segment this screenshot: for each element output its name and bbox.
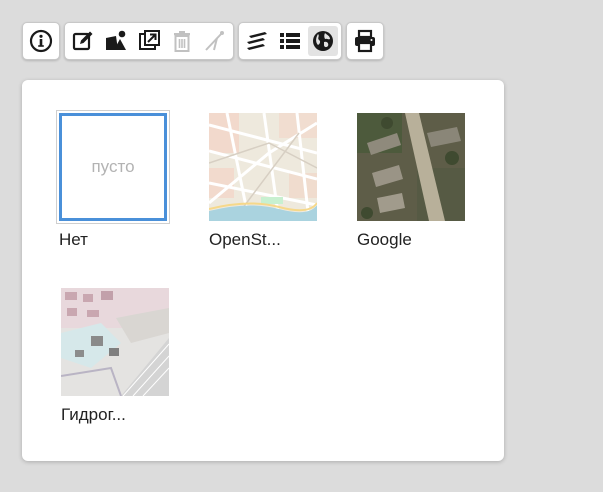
basemap-label: Нет	[59, 230, 88, 249]
basemap-button[interactable]	[308, 26, 338, 56]
print-button[interactable]	[350, 26, 380, 56]
shape-edit-button[interactable]	[101, 26, 131, 56]
basemap-label: OpenSt...	[209, 230, 281, 249]
basemap-panel: пусто Нет OpenSt... Google Гидрог...	[22, 80, 504, 461]
external-link-icon	[139, 30, 160, 50]
edit-icon	[72, 31, 93, 51]
empty-placeholder-text: пусто	[91, 157, 135, 176]
street-map-thumbnail	[209, 113, 317, 221]
toolbar-group-layers	[238, 22, 342, 60]
basemap-label: Google	[357, 230, 412, 249]
basemap-thumbnail-none[interactable]: пусто	[56, 110, 170, 224]
print-icon	[355, 29, 375, 53]
map-toolbar	[22, 22, 384, 60]
delete-button[interactable]	[167, 26, 197, 56]
measure-icon	[205, 31, 224, 51]
layers-icon	[247, 32, 267, 50]
edit-button[interactable]	[68, 26, 98, 56]
toolbar-group-edit	[64, 22, 234, 60]
basemap-tile-none[interactable]: пусто Нет	[56, 110, 177, 250]
shape-edit-icon	[106, 30, 126, 50]
layer-list-button[interactable]	[275, 26, 305, 56]
toolbar-group-print	[346, 22, 384, 60]
hydrography-thumbnail	[61, 288, 169, 396]
basemap-tile-openstreetmap[interactable]: OpenSt...	[209, 113, 327, 250]
measure-button[interactable]	[200, 26, 230, 56]
open-external-button[interactable]	[134, 26, 164, 56]
basemap-tile-hydro[interactable]: Гидрог...	[61, 288, 179, 425]
basemap-tile-google[interactable]: Google	[357, 113, 475, 250]
basemap-thumbnail-google[interactable]	[357, 113, 465, 221]
list-icon	[280, 33, 300, 49]
toolbar-group-info	[22, 22, 60, 60]
layers-button[interactable]	[242, 26, 272, 56]
basemap-thumbnail-openstreetmap[interactable]	[209, 113, 317, 221]
info-button[interactable]	[26, 26, 56, 56]
info-icon	[29, 29, 53, 53]
trash-icon	[174, 31, 190, 52]
satellite-thumbnail	[357, 113, 465, 221]
globe-icon	[313, 31, 333, 51]
basemap-thumbnail-hydro[interactable]	[61, 288, 169, 396]
basemap-label: Гидрог...	[61, 405, 126, 424]
